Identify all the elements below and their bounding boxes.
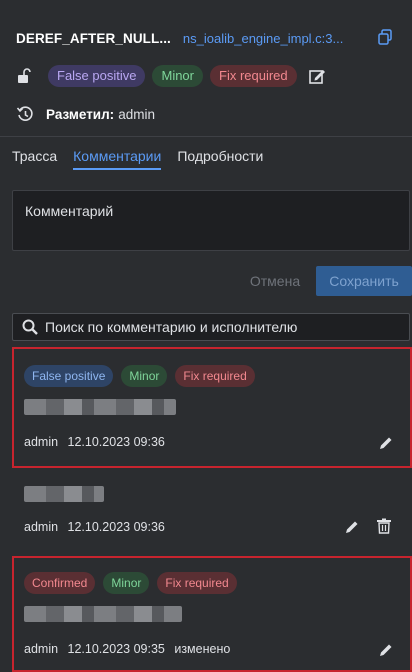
comment-meta: admin 12.10.2023 09:36	[24, 520, 171, 534]
comment-date: 12.10.2023 09:35	[67, 642, 165, 656]
marked-by-row: Разметил: admin	[16, 104, 155, 124]
pencil-icon[interactable]	[378, 435, 394, 451]
tag-minor: Minor	[103, 572, 150, 594]
comment-tags: Confirmed Minor Fix required	[24, 572, 245, 594]
issue-tags-row: False positive Minor Fix required	[16, 64, 326, 88]
redacted-comment-text	[24, 399, 176, 415]
unlock-icon[interactable]	[16, 67, 34, 85]
tag-minor[interactable]: Minor	[152, 65, 203, 87]
comment-author: admin	[24, 642, 59, 656]
comment-item[interactable]: False positive Minor Fix required admin …	[12, 347, 412, 468]
pencil-icon[interactable]	[344, 519, 360, 535]
tab-details[interactable]: Подробности	[177, 148, 263, 168]
comment-author: admin	[24, 520, 59, 534]
tag-minor: Minor	[121, 365, 168, 387]
search-input[interactable]: Поиск по комментарию и исполнителю	[12, 313, 410, 341]
comment-item[interactable]: admin 12.10.2023 09:36	[12, 474, 412, 550]
tab-bar: Трасса Комментарии Подробности	[12, 148, 279, 174]
marked-by-label: Разметил:	[46, 106, 115, 122]
search-icon	[22, 319, 38, 335]
trash-icon[interactable]	[376, 518, 392, 534]
tag-fix-required[interactable]: Fix required	[210, 65, 297, 87]
edit-icon[interactable]	[308, 67, 326, 85]
comment-edited: изменено	[174, 642, 231, 656]
tag-fix-required: Fix required	[157, 572, 237, 594]
copy-icon[interactable]	[376, 28, 394, 46]
cancel-button[interactable]: Отмена	[236, 266, 314, 296]
pencil-icon[interactable]	[378, 642, 394, 658]
history-icon	[16, 106, 33, 121]
tag-false-positive: False positive	[24, 365, 114, 387]
comment-date: 12.10.2023 09:36	[67, 435, 165, 449]
save-button[interactable]: Сохранить	[316, 266, 412, 296]
redacted-comment-text	[24, 606, 182, 622]
tag-fix-required: Fix required	[175, 365, 255, 387]
comment-meta: admin 12.10.2023 09:36	[24, 435, 171, 449]
comment-meta: admin 12.10.2023 09:35 изменено	[24, 642, 236, 656]
comment-author: admin	[24, 435, 59, 449]
tab-trace[interactable]: Трасса	[12, 148, 57, 168]
file-link[interactable]: ns_ioalib_engine_impl.c:3...	[183, 31, 343, 46]
comment-input[interactable]: Комментарий	[12, 190, 410, 251]
redacted-comment-text	[24, 486, 104, 502]
issue-title: DEREF_AFTER_NULL...	[16, 30, 171, 46]
search-placeholder: Поиск по комментарию и исполнителю	[45, 319, 298, 335]
issue-title-row: DEREF_AFTER_NULL... ns_ioalib_engine_imp…	[16, 28, 400, 48]
comment-tags: False positive Minor Fix required	[24, 365, 263, 387]
marked-by-user: admin	[118, 106, 155, 122]
header-divider	[0, 136, 412, 137]
tag-false-positive[interactable]: False positive	[48, 65, 146, 87]
comment-date: 12.10.2023 09:36	[67, 520, 165, 534]
comment-item[interactable]: Confirmed Minor Fix required admin 12.10…	[12, 556, 412, 672]
tag-confirmed: Confirmed	[24, 572, 96, 594]
tab-comments[interactable]: Комментарии	[73, 148, 162, 170]
